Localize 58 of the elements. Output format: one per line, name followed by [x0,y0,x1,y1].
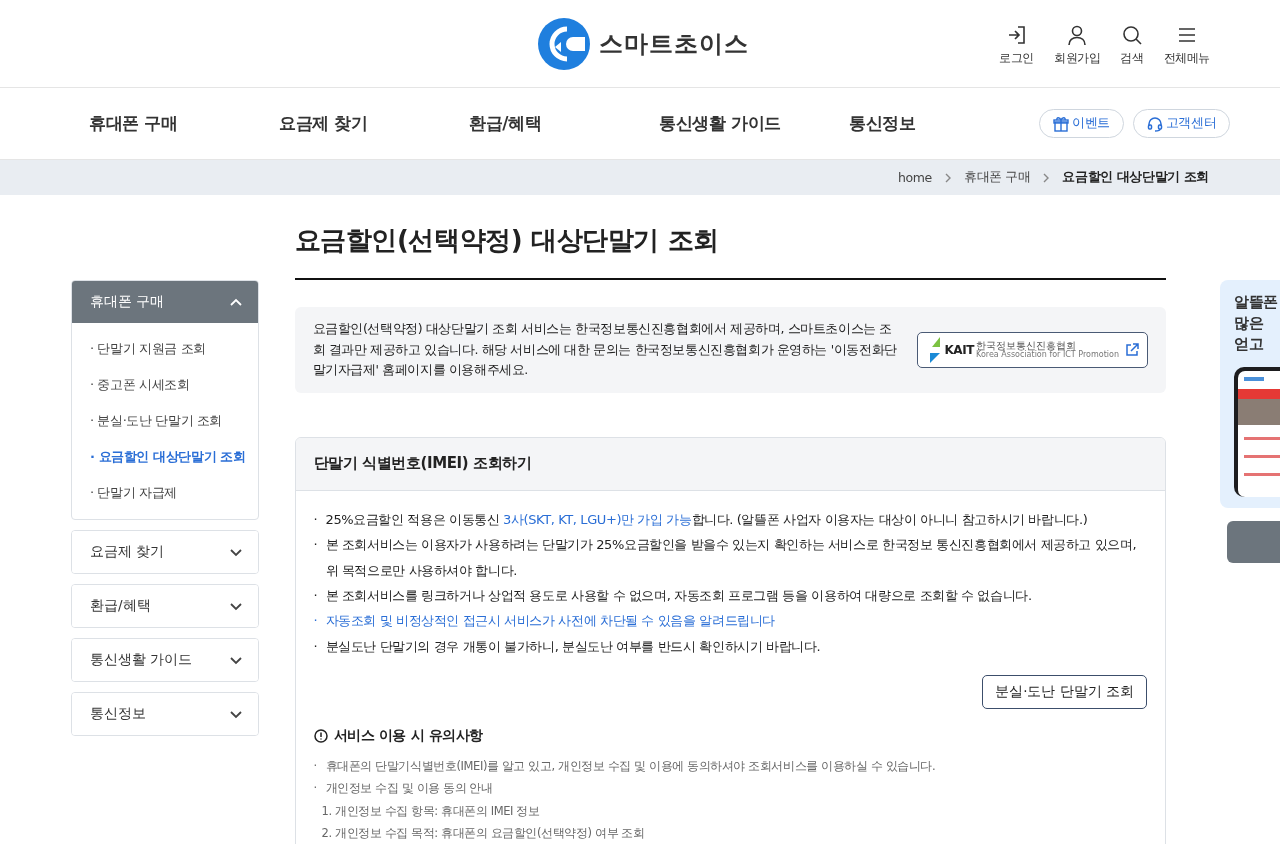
notice-item: · 분실도난 단말기의 경우 개통이 불가하니, 분실도난 여부를 반드시 확인하시기 바랍니다. [313,637,822,656]
sidebar-section-header[interactable]: 통신정보 [72,693,258,735]
breadcrumb-link[interactable]: 요금할인 대상단말기 조회 [1062,169,1209,186]
notice-item: · 자동조회 및 비정상적인 접근시 서비스가 사전에 차단될 수 있음을 알려드립니다 [313,612,776,631]
ad-banner[interactable]: 알뜰폰 많은 얻고 [1220,280,1280,508]
breadcrumb-link[interactable]: 휴대폰 구매 [963,169,1031,186]
sidebar-section-header[interactable]: 환급/혜택 [72,585,258,627]
sidebar-section-header[interactable]: 요금제 찾기 [72,531,258,573]
chevron-icon [228,601,243,611]
nav-menu-item[interactable]: 휴대폰 구매 [89,112,279,135]
external-link-icon [1125,342,1139,357]
chevron-icon [228,655,243,665]
nav-menu-item[interactable]: 통신정보 [849,112,1039,135]
notice-item: · 본 조회서비스를 링크하거나 상업적 용도로 사용할 수 없으며, 자동조회 프로그램 등을 이용하여 대량으로 조회할 수 없습니다. [313,586,1033,605]
sidebar-section-header[interactable]: 휴대폰 구매 [72,281,258,323]
header-link[interactable]: 검색 [1120,24,1144,67]
breadcrumb-link[interactable]: home [898,170,932,185]
note-item: 1. 개인정보 수집 항목: 휴대폰의 IMEI 정보 [320,802,541,820]
header-link[interactable]: 전체메뉴 [1163,24,1210,67]
sidebar-item[interactable]: · 분실·도난 단말기 조회 [90,403,258,439]
sidebar-section-header[interactable]: 통신생활 가이드 [72,639,258,681]
banner-text: 얻고 [1234,334,1265,355]
banner-text: 알뜰폰 [1234,292,1279,313]
headset-icon [1146,115,1163,132]
sidebar-item[interactable]: · 중고폰 시세조회 [90,367,258,403]
header-link[interactable]: 회원가입 [1054,24,1101,67]
nav-menu-item[interactable]: 통신생활 가이드 [659,112,849,135]
sidebar-item[interactable]: · 단말기 자급제 [90,475,258,511]
notice-title: 서비스 이용 시 유의사항 [333,726,483,745]
intro-text: 요금할인(선택약정) 대상단말기 조회 서비스는 한국정보통신진흥협회에서 제공하며, 스마트초이스는 조회 결과만 제공하고 있습니다. 해당 서비스에 대한 문의는 한국정보통신진흥협회가 운영하는 '이동전화단말기자급제' 홈페이지를 이용해주세요. [312,320,898,380]
chevron-right-icon [943,171,952,184]
logo-icon[interactable] [537,16,591,71]
nav-menu-item[interactable]: 환급/혜택 [469,112,659,135]
gift-icon [1053,115,1069,132]
sidebar-item[interactable]: · 요금할인 대상단말기 조회 [90,439,258,475]
chevron-icon [228,547,243,557]
note-item: 2. 개인정보 수집 목적: 휴대폰의 요금할인(선택약정) 여부 조회 [320,825,646,843]
panel-title: 단말기 식별번호(IMEI) 조회하기 [313,454,532,474]
alert-icon [313,728,328,743]
page-title: 요금할인(선택약정) 대상단말기 조회 [294,223,1166,280]
search-icon [1121,24,1143,46]
nav-menu-item[interactable]: 요금제 찾기 [279,112,469,135]
sidebar-item[interactable]: · 단말기 지원금 조회 [90,331,258,367]
lost-stolen-lookup-button[interactable]: 분실·도난 단말기 조회 [982,674,1147,709]
notice-item: · 25%요금할인 적용은 이동통신 3사(SKT, KT, LGU+)만 가입 가능합니다. (알뜰폰 사업자 이용자는 대상이 아니니 참고하시기 바랍니다.) [313,510,1089,529]
note-item: · 휴대폰의 단말기식별번호(IMEI)를 알고 있고, 개인정보 수집 및 이용에 동의하셔야 조회서비스를 이용하실 수 있습니다. [313,757,937,775]
leaf-icon [928,336,943,363]
notice-item: · 본 조회서비스는 이용자가 사용하려는 단말기가 25%요금할인을 받을수 있는지 확인하는 서비스로 한국정보 통신진흥협회에서 제공하고 있으며, 위 목적으로만 사용하셔야 합니다. [313,536,1138,580]
user-icon [1066,24,1089,46]
banner-text: 많은 [1234,313,1265,334]
chevron-icon [228,297,243,307]
site-logo[interactable]: 스마트초이스 [599,27,749,60]
chevron-right-icon [1042,171,1051,184]
chevron-icon [228,709,243,719]
note-item: · 개인정보 수집 및 이용 동의 안내 [313,780,494,798]
nav-pill-button[interactable]: 고객센터 [1132,109,1231,138]
nav-pill-button[interactable]: 이벤트 [1039,109,1124,138]
header-link[interactable]: 로그인 [999,24,1034,67]
